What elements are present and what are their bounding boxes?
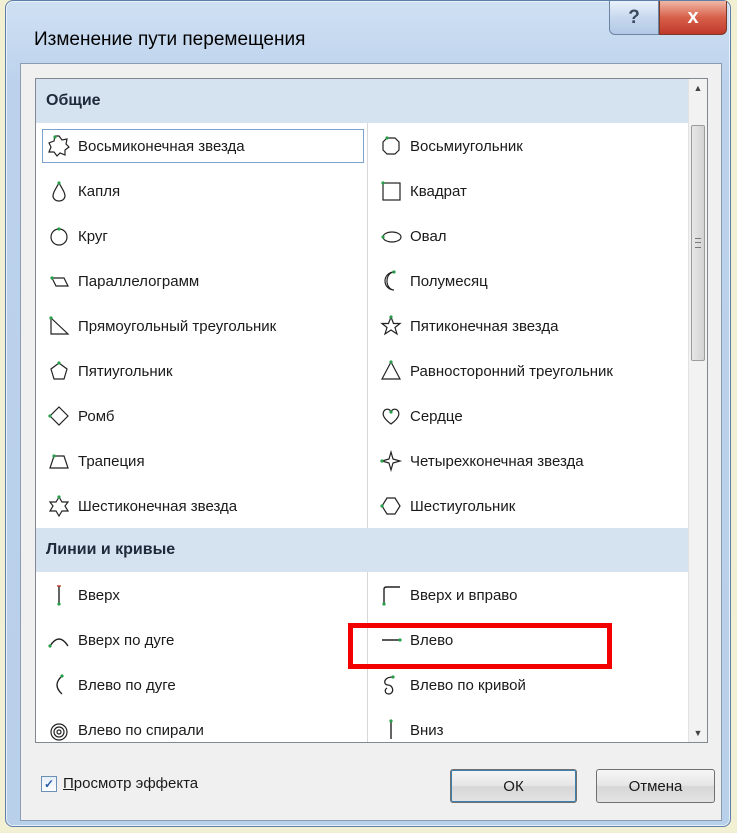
trapezoid-icon xyxy=(46,448,72,474)
path-item-label: Пятиугольник xyxy=(78,362,173,380)
path-item[interactable]: Влево по спирали xyxy=(46,713,204,742)
spiral-left-icon xyxy=(46,717,72,742)
circle-icon xyxy=(46,223,72,249)
path-item[interactable]: Круг xyxy=(46,219,108,253)
path-item-label: Влево по спирали xyxy=(78,721,204,739)
path-list-content: Общие Линии и кривые Восьмиконечная звез… xyxy=(36,79,688,742)
scroll-down-button[interactable]: ▼ xyxy=(689,724,707,742)
path-item[interactable]: Вверх и вправо xyxy=(378,578,517,612)
path-item[interactable]: Вверх xyxy=(46,578,120,612)
path-item-label: Равносторонний треугольник xyxy=(410,362,613,380)
path-item-label: Капля xyxy=(78,182,121,200)
line-left-icon xyxy=(378,627,404,653)
scroll-up-button[interactable]: ▲ xyxy=(689,79,707,97)
four-point-star-icon xyxy=(378,448,404,474)
path-item[interactable]: Шестиконечная звезда xyxy=(46,489,237,523)
path-item[interactable]: Капля xyxy=(46,174,120,208)
motion-path-dialog: Изменение пути перемещения ? x Общие Лин… xyxy=(5,0,731,827)
teardrop-icon xyxy=(46,178,72,204)
section-header-lines: Линии и кривые xyxy=(36,528,688,572)
dialog-body: Общие Линии и кривые Восьмиконечная звез… xyxy=(20,63,722,821)
path-item-label: Ромб xyxy=(78,407,115,425)
arc-up-icon xyxy=(46,627,72,653)
path-item-label: Четырехконечная звезда xyxy=(410,452,584,470)
path-item-label: Вниз xyxy=(410,721,444,739)
path-item[interactable]: Полумесяц xyxy=(378,264,488,298)
section-header-general: Общие xyxy=(36,79,688,123)
path-item[interactable]: Восьмиконечная звезда xyxy=(42,129,364,163)
help-button[interactable]: ? xyxy=(609,1,659,35)
path-item-label: Трапеция xyxy=(78,452,145,470)
path-item-label: Овал xyxy=(410,227,447,245)
preview-checkbox[interactable]: ✓ xyxy=(41,775,57,792)
square-icon xyxy=(378,178,404,204)
path-item-label: Восьмиконечная звезда xyxy=(78,137,245,155)
path-item[interactable]: Влево по дуге xyxy=(46,668,176,702)
crescent-icon xyxy=(378,268,404,294)
path-item[interactable]: Влево xyxy=(378,623,453,657)
path-item[interactable]: Прямоугольный треугольник xyxy=(46,309,276,343)
equilateral-triangle-icon xyxy=(378,358,404,384)
path-item-label: Квадрат xyxy=(410,182,467,200)
preview-effect-option[interactable]: ✓ Просмотр эффекта xyxy=(41,775,198,792)
up-right-icon xyxy=(378,582,404,608)
heart-icon xyxy=(378,403,404,429)
line-up-icon xyxy=(46,582,72,608)
path-item[interactable]: Восьмиугольник xyxy=(378,129,523,163)
path-item-label: Полумесяц xyxy=(410,272,488,290)
parallelogram-icon xyxy=(46,268,72,294)
path-item-label: Прямоугольный треугольник xyxy=(78,317,277,335)
path-item-label: Шестиугольник xyxy=(410,497,516,515)
path-item[interactable]: Овал xyxy=(378,219,447,253)
path-item[interactable]: Четырехконечная звезда xyxy=(378,444,584,478)
path-item-label: Пятиконечная звезда xyxy=(410,317,559,335)
path-item[interactable]: Равносторонний треугольник xyxy=(378,354,613,388)
path-item[interactable]: Пятиугольник xyxy=(46,354,173,388)
path-item-label: Вверх xyxy=(78,586,120,604)
path-item-label: Сердце xyxy=(410,407,463,425)
ok-button[interactable]: ОК xyxy=(450,769,577,803)
path-item[interactable]: Шестиугольник xyxy=(378,489,515,523)
path-item-label: Круг xyxy=(78,227,108,245)
path-item[interactable]: Трапеция xyxy=(46,444,145,478)
cancel-button[interactable]: Отмена xyxy=(596,769,715,803)
path-item-label: Параллелограмм xyxy=(78,272,200,290)
dialog-title: Изменение пути перемещения xyxy=(34,29,306,50)
pentagon-icon xyxy=(46,358,72,384)
right-triangle-icon xyxy=(46,313,72,339)
path-list: Общие Линии и кривые Восьмиконечная звез… xyxy=(35,78,708,743)
five-point-star-icon xyxy=(378,313,404,339)
hexagon-icon xyxy=(378,493,404,519)
path-item-label: Шестиконечная звезда xyxy=(78,497,238,515)
curvy-left-icon xyxy=(378,672,404,698)
vertical-scrollbar[interactable]: ▲ ▼ xyxy=(688,79,707,742)
path-item-label: Влево xyxy=(410,631,454,649)
path-item[interactable]: Квадрат xyxy=(378,174,467,208)
path-item[interactable]: Влево по кривой xyxy=(378,668,526,702)
path-item[interactable]: Сердце xyxy=(378,399,463,433)
path-item-label: Восьмиугольник xyxy=(410,137,523,155)
path-item[interactable]: Параллелограмм xyxy=(46,264,199,298)
path-item-label: Влево по дуге xyxy=(78,676,176,694)
scroll-thumb[interactable] xyxy=(691,125,705,361)
close-button[interactable]: x xyxy=(659,1,727,35)
path-item-label: Вверх по дуге xyxy=(78,631,175,649)
path-item[interactable]: Ромб xyxy=(46,399,114,433)
eight-point-star-icon xyxy=(46,133,72,159)
octagon-icon xyxy=(378,133,404,159)
path-item-label: Влево по кривой xyxy=(410,676,526,694)
path-item[interactable]: Вниз xyxy=(378,713,444,742)
path-item[interactable]: Пятиконечная звезда xyxy=(378,309,558,343)
line-down-icon xyxy=(378,717,404,742)
column-divider xyxy=(367,572,368,742)
column-divider xyxy=(367,123,368,528)
path-item-label: Вверх и вправо xyxy=(410,586,518,604)
grip-icon xyxy=(695,238,701,248)
arc-left-icon xyxy=(46,672,72,698)
six-point-star-icon xyxy=(46,493,72,519)
diamond-icon xyxy=(46,403,72,429)
path-item[interactable]: Вверх по дуге xyxy=(46,623,174,657)
preview-label: Просмотр эффекта xyxy=(63,775,199,792)
oval-icon xyxy=(378,223,404,249)
